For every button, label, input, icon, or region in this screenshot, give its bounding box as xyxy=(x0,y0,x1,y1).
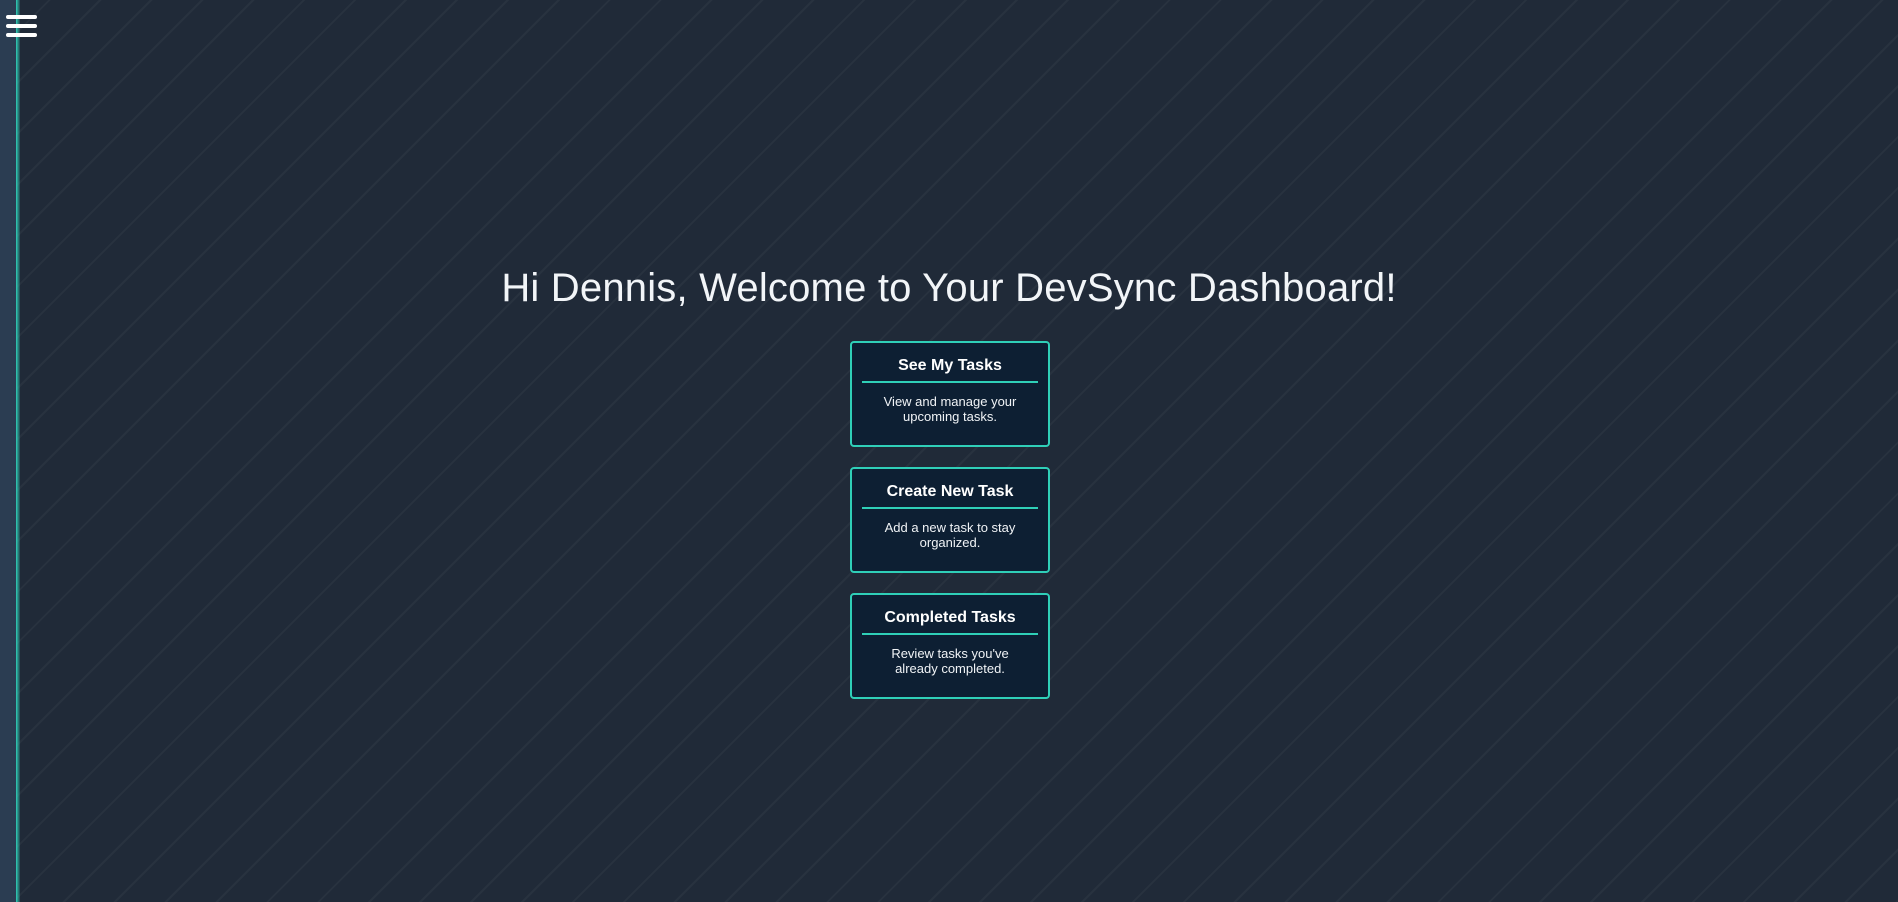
sidebar-accent-edge xyxy=(16,0,20,902)
dashboard-cards: See My Tasks View and manage your upcomi… xyxy=(850,341,1050,719)
see-my-tasks-card[interactable]: See My Tasks View and manage your upcomi… xyxy=(850,341,1050,447)
card-title: Completed Tasks xyxy=(862,609,1038,635)
menu-bar xyxy=(6,15,37,19)
sidebar-strip xyxy=(0,0,20,902)
card-description: Add a new task to stay organized. xyxy=(884,520,1016,550)
card-title: See My Tasks xyxy=(862,357,1038,383)
card-description: View and manage your upcoming tasks. xyxy=(883,394,1017,424)
menu-bar xyxy=(6,24,37,28)
hamburger-menu-icon[interactable] xyxy=(6,14,37,40)
menu-bar xyxy=(6,33,37,37)
completed-tasks-card[interactable]: Completed Tasks Review tasks you've alre… xyxy=(850,593,1050,699)
create-new-task-card[interactable]: Create New Task Add a new task to stay o… xyxy=(850,467,1050,573)
card-title: Create New Task xyxy=(862,483,1038,509)
welcome-heading: Hi Dennis, Welcome to Your DevSync Dashb… xyxy=(501,266,1397,310)
card-description: Review tasks you've already completed. xyxy=(891,646,1009,676)
